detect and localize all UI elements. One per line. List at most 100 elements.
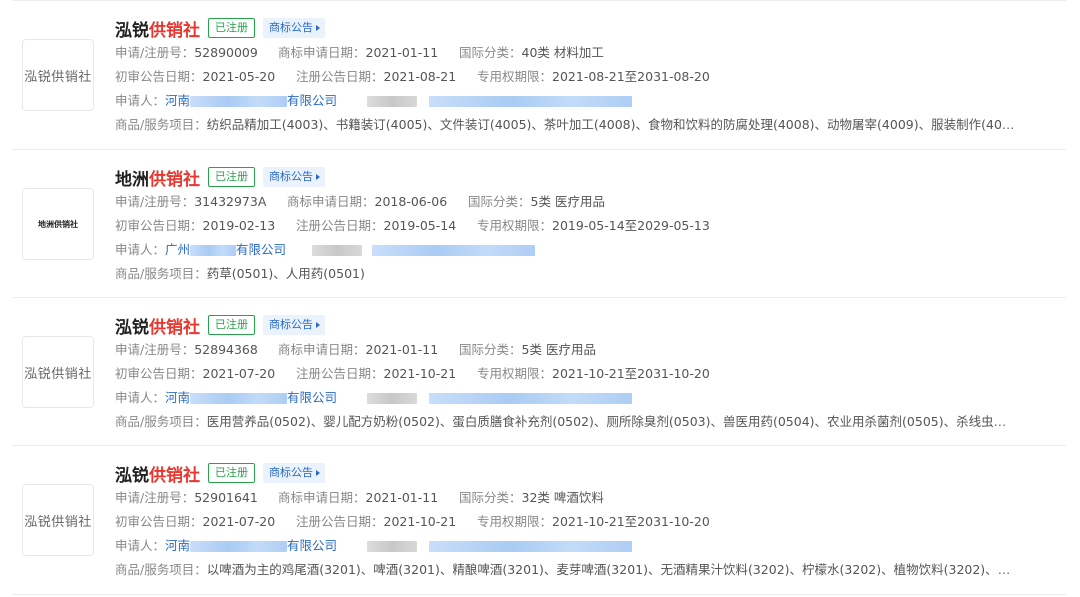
caret-right-icon bbox=[316, 174, 320, 180]
redacted-block bbox=[312, 245, 363, 256]
notice-button-label: 商标公告 bbox=[269, 318, 313, 331]
trademark-logo[interactable]: 地洲供销社 bbox=[22, 188, 94, 260]
prelim-date-value: 2021-07-20 bbox=[202, 514, 276, 529]
redacted-block bbox=[190, 393, 288, 404]
detail-row-2: 初审公告日期：2021-07-20 注册公告日期：2021-10-21 专用权期… bbox=[115, 362, 1066, 386]
applicant-link[interactable]: 河南 有限公司 bbox=[165, 93, 337, 108]
title-row: 泓锐 供销社 已注册 商标公告 bbox=[115, 312, 1066, 338]
trademark-card[interactable]: 地洲供销社 地洲 供销社 已注册 商标公告 申请/注册号：31432973A 商标… bbox=[12, 149, 1066, 298]
goods-row: 商品/服务项目：医用营养品(0502)、婴儿配方奶粉(0502)、蛋白质膳食补充… bbox=[115, 410, 1015, 434]
status-badge: 已注册 bbox=[208, 315, 255, 335]
trademark-card[interactable]: 泓锐供销社 泓锐 供销社 已注册 商标公告 申请/注册号：52901641 商标申… bbox=[12, 445, 1066, 595]
goods-label: 商品/服务项目： bbox=[115, 117, 207, 132]
trademark-name-highlight[interactable]: 供销社 bbox=[149, 16, 200, 41]
reg-no-value: 31432973A bbox=[194, 194, 267, 209]
intl-class-value: 5类 医疗用品 bbox=[530, 194, 605, 209]
applicant-suffix: 有限公司 bbox=[287, 93, 338, 108]
applicant-prefix: 河南 bbox=[165, 390, 191, 405]
trademark-info: 地洲 供销社 已注册 商标公告 申请/注册号：31432973A 商标申请日期：2… bbox=[115, 164, 1066, 286]
detail-row-1: 申请/注册号：52894368 商标申请日期：2021-01-11 国际分类：5… bbox=[115, 338, 1066, 362]
goods-label: 商品/服务项目： bbox=[115, 562, 207, 577]
reg-no-value: 52901641 bbox=[194, 490, 258, 505]
redacted-block bbox=[190, 541, 288, 552]
apply-date-label: 商标申请日期： bbox=[278, 342, 366, 357]
valid-period-value: 2021-10-21至2031-10-20 bbox=[552, 366, 710, 381]
redacted-block bbox=[190, 96, 288, 107]
trademark-logo[interactable]: 泓锐供销社 bbox=[22, 336, 94, 408]
goods-row: 商品/服务项目：以啤酒为主的鸡尾酒(3201)、啤酒(3201)、精酿啤酒(32… bbox=[115, 558, 1015, 582]
valid-period-value: 2019-05-14至2029-05-13 bbox=[552, 218, 710, 233]
applicant-link[interactable]: 河南 有限公司 bbox=[165, 538, 337, 553]
trademark-info: 泓锐 供销社 已注册 商标公告 申请/注册号：52901641 商标申请日期：20… bbox=[115, 460, 1066, 582]
trademark-name-highlight[interactable]: 供销社 bbox=[149, 165, 200, 190]
apply-date-value: 2021-01-11 bbox=[365, 45, 439, 60]
applicant-link[interactable]: 广州 有限公司 bbox=[165, 242, 286, 257]
reg-no-label: 申请/注册号： bbox=[115, 45, 195, 60]
notice-button[interactable]: 商标公告 bbox=[263, 18, 325, 38]
intl-class-label: 国际分类： bbox=[459, 342, 522, 357]
applicant-label: 申请人： bbox=[115, 242, 166, 257]
valid-period-value: 2021-08-21至2031-08-20 bbox=[552, 69, 710, 84]
notice-button[interactable]: 商标公告 bbox=[263, 315, 325, 335]
redacted-block bbox=[429, 393, 633, 404]
trademark-info: 泓锐 供销社 已注册 商标公告 申请/注册号：52890009 商标申请日期：20… bbox=[115, 15, 1066, 137]
trademark-card[interactable]: 泓锐供销社 泓锐 供销社 已注册 商标公告 申请/注册号：52894368 商标申… bbox=[12, 297, 1066, 446]
caret-right-icon bbox=[316, 322, 320, 328]
detail-row-1: 申请/注册号：52901641 商标申请日期：2021-01-11 国际分类：3… bbox=[115, 486, 1066, 510]
trademark-name[interactable]: 泓锐 bbox=[115, 313, 149, 338]
prelim-date-label: 初审公告日期： bbox=[115, 514, 203, 529]
title-row: 泓锐 供销社 已注册 商标公告 bbox=[115, 15, 1066, 41]
reg-no-value: 52894368 bbox=[194, 342, 258, 357]
apply-date-value: 2021-01-11 bbox=[365, 490, 439, 505]
applicant-row: 申请人：河南 有限公司 bbox=[115, 89, 1066, 113]
notice-button-label: 商标公告 bbox=[269, 21, 313, 34]
goods-row: 商品/服务项目：药草(0501)、人用药(0501) bbox=[115, 262, 1015, 286]
intl-class-value: 40类 材料加工 bbox=[521, 45, 604, 60]
reg-date-value: 2021-08-21 bbox=[383, 69, 457, 84]
trademark-name[interactable]: 地洲 bbox=[115, 165, 149, 190]
redacted-block bbox=[367, 541, 418, 552]
detail-row-2: 初审公告日期：2019-02-13 注册公告日期：2019-05-14 专用权期… bbox=[115, 214, 1066, 238]
trademark-name[interactable]: 泓锐 bbox=[115, 16, 149, 41]
redacted-block bbox=[367, 96, 418, 107]
applicant-label: 申请人： bbox=[115, 390, 166, 405]
reg-date-label: 注册公告日期： bbox=[296, 366, 384, 381]
goods-value: 药草(0501)、人用药(0501) bbox=[206, 266, 365, 281]
trademark-name[interactable]: 泓锐 bbox=[115, 461, 149, 486]
applicant-prefix: 广州 bbox=[165, 242, 191, 257]
title-row: 地洲 供销社 已注册 商标公告 bbox=[115, 164, 1066, 190]
applicant-suffix: 有限公司 bbox=[287, 390, 338, 405]
detail-row-2: 初审公告日期：2021-05-20 注册公告日期：2021-08-21 专用权期… bbox=[115, 65, 1066, 89]
status-badge: 已注册 bbox=[208, 18, 255, 38]
apply-date-label: 商标申请日期： bbox=[278, 490, 366, 505]
applicant-suffix: 有限公司 bbox=[236, 242, 287, 257]
applicant-prefix: 河南 bbox=[165, 538, 191, 553]
reg-date-label: 注册公告日期： bbox=[296, 218, 384, 233]
trademark-name-highlight[interactable]: 供销社 bbox=[149, 461, 200, 486]
intl-class-value: 5类 医疗用品 bbox=[521, 342, 596, 357]
goods-value: 以啤酒为主的鸡尾酒(3201)、啤酒(3201)、精酿啤酒(3201)、麦芽啤酒… bbox=[206, 562, 1015, 577]
reg-date-value: 2021-10-21 bbox=[383, 514, 457, 529]
trademark-name-highlight[interactable]: 供销社 bbox=[149, 313, 200, 338]
applicant-row: 申请人：河南 有限公司 bbox=[115, 534, 1066, 558]
trademark-logo[interactable]: 泓锐供销社 bbox=[22, 39, 94, 111]
valid-period-label: 专用权期限： bbox=[477, 514, 553, 529]
reg-date-label: 注册公告日期： bbox=[296, 514, 384, 529]
reg-no-label: 申请/注册号： bbox=[115, 342, 195, 357]
applicant-row: 申请人：河南 有限公司 bbox=[115, 386, 1066, 410]
goods-value: 医用营养品(0502)、婴儿配方奶粉(0502)、蛋白质膳食补充剂(0502)、… bbox=[206, 414, 1015, 429]
notice-button[interactable]: 商标公告 bbox=[263, 167, 325, 187]
notice-button-label: 商标公告 bbox=[269, 466, 313, 479]
prelim-date-label: 初审公告日期： bbox=[115, 218, 203, 233]
applicant-label: 申请人： bbox=[115, 538, 166, 553]
redacted-block bbox=[190, 245, 237, 256]
goods-label: 商品/服务项目： bbox=[115, 266, 207, 281]
goods-row: 商品/服务项目：纺织品精加工(4003)、书籍装订(4005)、文件装订(400… bbox=[115, 113, 1015, 137]
trademark-card[interactable]: 泓锐供销社 泓锐 供销社 已注册 商标公告 申请/注册号：52890009 商标申… bbox=[12, 0, 1066, 149]
notice-button[interactable]: 商标公告 bbox=[263, 463, 325, 483]
intl-class-label: 国际分类： bbox=[468, 194, 531, 209]
applicant-row: 申请人：广州 有限公司 bbox=[115, 238, 1066, 262]
applicant-link[interactable]: 河南 有限公司 bbox=[165, 390, 337, 405]
trademark-logo[interactable]: 泓锐供销社 bbox=[22, 484, 94, 556]
valid-period-label: 专用权期限： bbox=[477, 218, 553, 233]
